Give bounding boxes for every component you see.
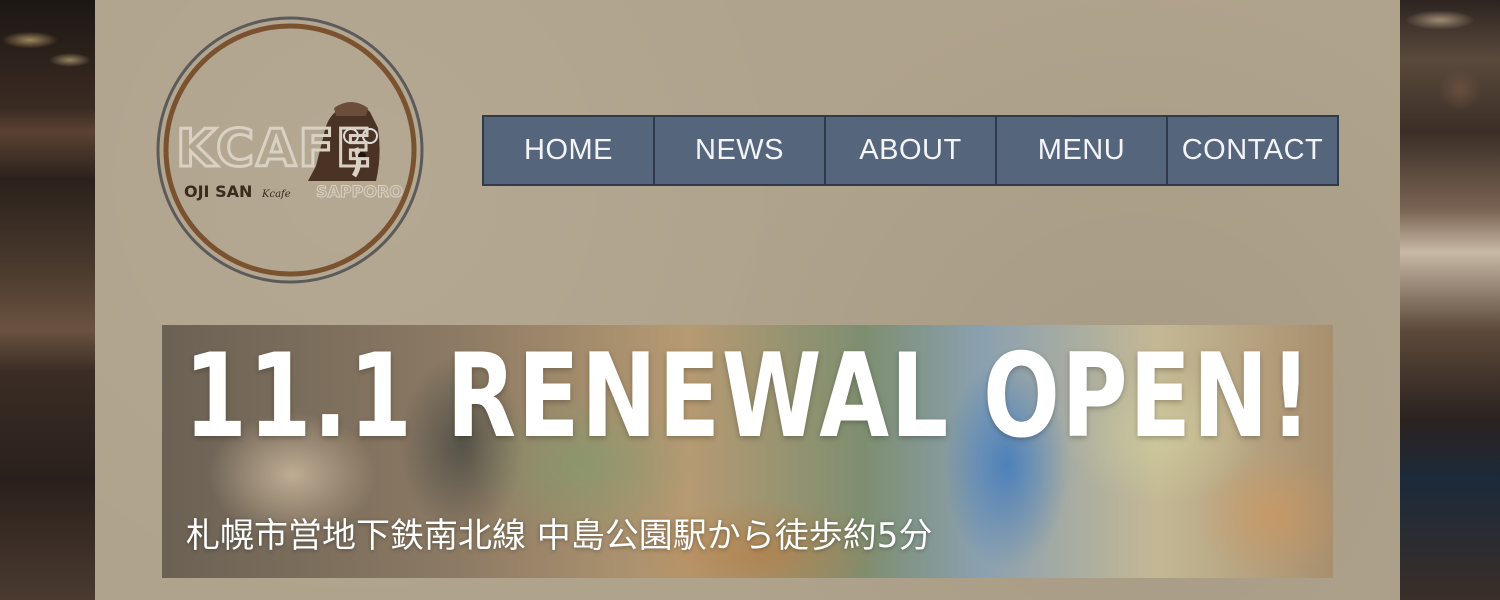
nav-news[interactable]: NEWS xyxy=(655,117,826,184)
logo-left-text: OJI SAN xyxy=(184,182,252,201)
nav-contact[interactable]: CONTACT xyxy=(1168,117,1337,184)
main-navigation: HOME NEWS ABOUT MENU CONTACT xyxy=(482,115,1339,186)
logo-emblem: KCAFE OJI SAN Kcafe SAPPORO xyxy=(156,16,424,284)
nav-about[interactable]: ABOUT xyxy=(826,117,997,184)
nav-home[interactable]: HOME xyxy=(484,117,655,184)
background-photo-right xyxy=(1400,0,1500,600)
site-logo[interactable]: KCAFE OJI SAN Kcafe SAPPORO xyxy=(156,16,424,284)
logo-brand-text: KCAFE xyxy=(176,119,373,179)
logo-script-text: Kcafe xyxy=(261,189,291,200)
banner-title: 11.1 RENEWAL OPEN! xyxy=(184,329,1313,464)
banner-subtitle: 札幌市営地下鉄南北線 中島公園駅から徒歩約5分 xyxy=(186,516,933,556)
nav-menu[interactable]: MENU xyxy=(997,117,1168,184)
logo-right-text: SAPPORO xyxy=(316,182,403,201)
background-photo-left xyxy=(0,0,95,600)
hero-banner: 11.1 RENEWAL OPEN! 札幌市営地下鉄南北線 中島公園駅から徒歩約… xyxy=(162,325,1333,578)
